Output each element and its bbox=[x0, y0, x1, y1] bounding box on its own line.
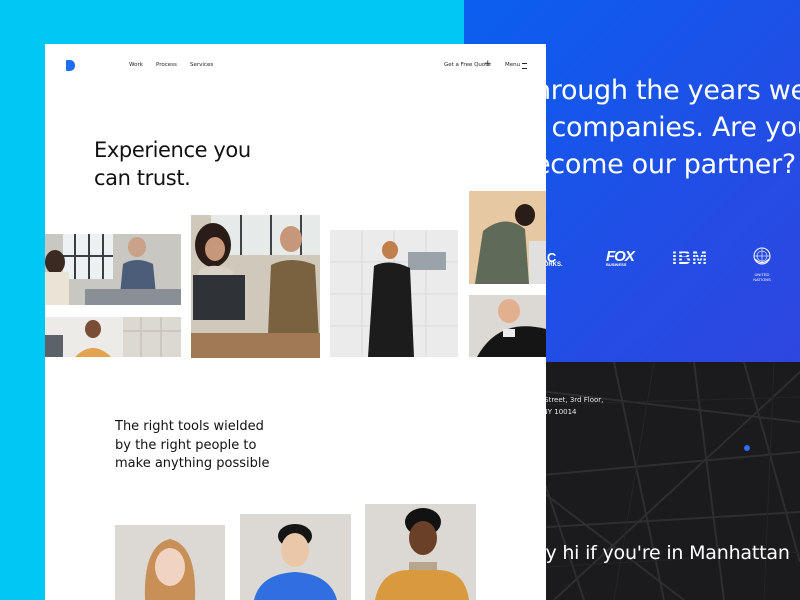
partners-headline-line: ecome our partner? bbox=[534, 149, 796, 180]
hero-title-line: Experience you bbox=[94, 138, 251, 162]
tools-title-line: by the right people to bbox=[115, 437, 257, 453]
fox-business-logo: FOX BUSINESS bbox=[606, 248, 635, 267]
ibm-logo: IBM bbox=[672, 248, 708, 268]
nav-work[interactable]: Work bbox=[129, 62, 143, 68]
hamburger-icon[interactable] bbox=[522, 63, 527, 69]
un-logo-subtext: UNITED NATIONS bbox=[753, 272, 771, 282]
menu-button[interactable]: Menu bbox=[505, 62, 520, 68]
partners-headline-line: hrough the years we bbox=[534, 75, 800, 106]
person-with-phone-photo bbox=[469, 295, 546, 357]
un-emblem-icon bbox=[753, 247, 771, 265]
team-meeting-photo bbox=[45, 234, 181, 305]
tools-title-line: make anything possible bbox=[115, 456, 270, 471]
team-collaborating-photo bbox=[469, 191, 546, 284]
nav-process[interactable]: Process bbox=[156, 62, 177, 68]
partners-headline-line: f companies. Are you bbox=[534, 112, 800, 143]
tools-title-line: The right tools wielded bbox=[115, 419, 264, 434]
partners-headline: hrough the years we f companies. Are you… bbox=[534, 72, 800, 183]
united-nations-logo: UNITED NATIONS bbox=[747, 246, 777, 282]
hero-title: Experience you can trust. bbox=[94, 136, 251, 192]
location-pin-icon[interactable] bbox=[744, 445, 750, 451]
brand-logo-icon[interactable] bbox=[66, 60, 75, 71]
plus-icon[interactable]: + bbox=[484, 60, 492, 69]
hero-title-line: can trust. bbox=[94, 166, 191, 190]
team-portrait-photo bbox=[240, 514, 351, 600]
contact-headline: ay hi if you're in Manhattan bbox=[534, 542, 790, 564]
landing-page: Work Process Services Get a Free Quote +… bbox=[45, 44, 546, 600]
woman-smiling-photo bbox=[45, 317, 181, 357]
team-portrait-photo bbox=[115, 525, 225, 600]
colleagues-talking-photo bbox=[191, 215, 320, 358]
tools-section-title: The right tools wielded by the right peo… bbox=[115, 418, 270, 474]
team-portrait-photo bbox=[365, 504, 476, 600]
man-at-whiteboard-photo bbox=[330, 230, 458, 357]
nav-services[interactable]: Services bbox=[190, 62, 213, 68]
